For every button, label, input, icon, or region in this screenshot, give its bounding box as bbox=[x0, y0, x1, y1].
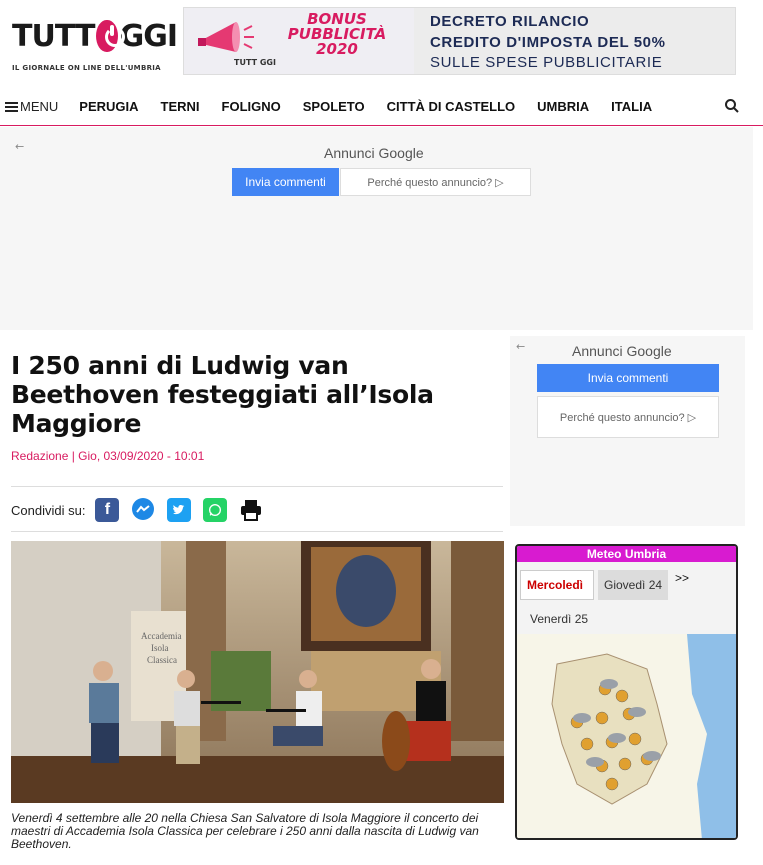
tab-venerdi[interactable]: Venerdì 25 bbox=[524, 606, 604, 632]
menu-button[interactable]: MENU bbox=[5, 99, 58, 114]
tab-mercoledi[interactable]: Mercoledì bbox=[520, 570, 594, 600]
photo-banner-text: Accademia bbox=[141, 631, 181, 641]
divider bbox=[11, 486, 503, 487]
banner-bonus-line3: 2020 bbox=[316, 40, 358, 58]
meteo-tabs: Mercoledì Giovedì 24 >> Venerdì 25 bbox=[517, 562, 736, 634]
site-header: TUTT GGI IL GIORNALE ON LINE DELL'UMBRIA… bbox=[0, 0, 763, 88]
search-icon[interactable] bbox=[724, 98, 740, 114]
svg-text:Classica: Classica bbox=[147, 655, 177, 665]
banner-line1: DECRETO RILANCIO bbox=[430, 13, 590, 30]
banner-mini-logo: TUTT GGI bbox=[234, 58, 276, 67]
ad-right-feedback-button[interactable]: Invia commenti bbox=[537, 364, 719, 392]
article-byline: Redazione | Gio, 03/09/2020 - 10:01 bbox=[11, 449, 205, 463]
ad-top-why-button[interactable]: Perché questo annuncio? ▷ bbox=[340, 168, 531, 196]
logo-text-left: TUTT bbox=[12, 18, 95, 54]
ad-top-feedback-button[interactable]: Invia commenti bbox=[232, 168, 339, 196]
umbria-weather-map bbox=[517, 634, 736, 838]
svg-text:Isola: Isola bbox=[151, 643, 169, 653]
article-photo: Accademia Isola Classica bbox=[11, 541, 504, 803]
hamburger-icon bbox=[5, 100, 18, 114]
tab-more[interactable]: >> bbox=[669, 568, 699, 588]
share-label: Condividi su: bbox=[11, 502, 86, 518]
nav-item-italia[interactable]: ITALIA bbox=[611, 99, 652, 114]
site-logo[interactable]: TUTT GGI IL GIORNALE ON LINE DELL'UMBRIA bbox=[12, 16, 178, 76]
nav-item-perugia[interactable]: PERUGIA bbox=[79, 99, 138, 114]
nav-item-umbria[interactable]: UMBRIA bbox=[537, 99, 589, 114]
photo-caption: Venerdì 4 settembre alle 20 nella Chiesa… bbox=[11, 811, 479, 851]
share-bar: Condividi su: f bbox=[11, 498, 275, 522]
whatsapp-icon[interactable] bbox=[203, 498, 228, 522]
banner-line2: CREDITO D'IMPOSTA DEL 50% bbox=[430, 34, 666, 51]
nav-item-citta-di-castello[interactable]: CITTÀ DI CASTELLO bbox=[387, 99, 516, 114]
banner-line3: SULLE SPESE PUBBLICITARIE bbox=[430, 54, 663, 71]
nav-item-foligno[interactable]: FOLIGNO bbox=[222, 99, 281, 114]
logo-power-icon bbox=[96, 20, 126, 52]
meteo-title: Meteo Umbria bbox=[517, 546, 736, 562]
ad-back-arrow-icon[interactable]: ← bbox=[516, 340, 525, 353]
megaphone-icon bbox=[198, 22, 254, 52]
logo-tagline: IL GIORNALE ON LINE DELL'UMBRIA bbox=[12, 64, 161, 72]
messenger-icon[interactable] bbox=[131, 498, 155, 522]
google-ad-top: ← Annunci Google Invia commenti Perché q… bbox=[0, 127, 753, 330]
menu-label: MENU bbox=[20, 99, 59, 114]
facebook-icon[interactable]: f bbox=[95, 498, 120, 522]
nav-item-terni[interactable]: TERNI bbox=[161, 99, 200, 114]
tab-giovedi[interactable]: Giovedì 24 bbox=[598, 570, 668, 600]
nav-item-spoleto[interactable]: SPOLETO bbox=[303, 99, 365, 114]
logo-text-right: GGI bbox=[119, 18, 178, 54]
meteo-widget: Meteo Umbria Mercoledì Giovedì 24 >> Ven… bbox=[515, 544, 738, 840]
article-headline: I 250 anni di Ludwig van Beethoven feste… bbox=[11, 351, 434, 438]
ad-top-title: Annunci Google bbox=[324, 145, 424, 161]
ad-back-arrow-icon[interactable]: ← bbox=[15, 140, 24, 153]
ad-right-why-button[interactable]: Perché questo annuncio? ▷ bbox=[537, 396, 719, 438]
divider bbox=[11, 531, 503, 532]
ad-right-title: Annunci Google bbox=[572, 343, 672, 359]
twitter-icon[interactable] bbox=[167, 498, 192, 522]
ad-banner-bonus-pubblicita[interactable]: BONUS PUBBLICITÀ 2020 TUTT GGI DECRETO R… bbox=[183, 7, 736, 75]
google-ad-right: ← Annunci Google Invia commenti Perché q… bbox=[510, 336, 745, 526]
print-icon[interactable] bbox=[239, 498, 263, 522]
main-nav: MENU PERUGIA TERNI FOLIGNO SPOLETO CITTÀ… bbox=[0, 88, 763, 126]
